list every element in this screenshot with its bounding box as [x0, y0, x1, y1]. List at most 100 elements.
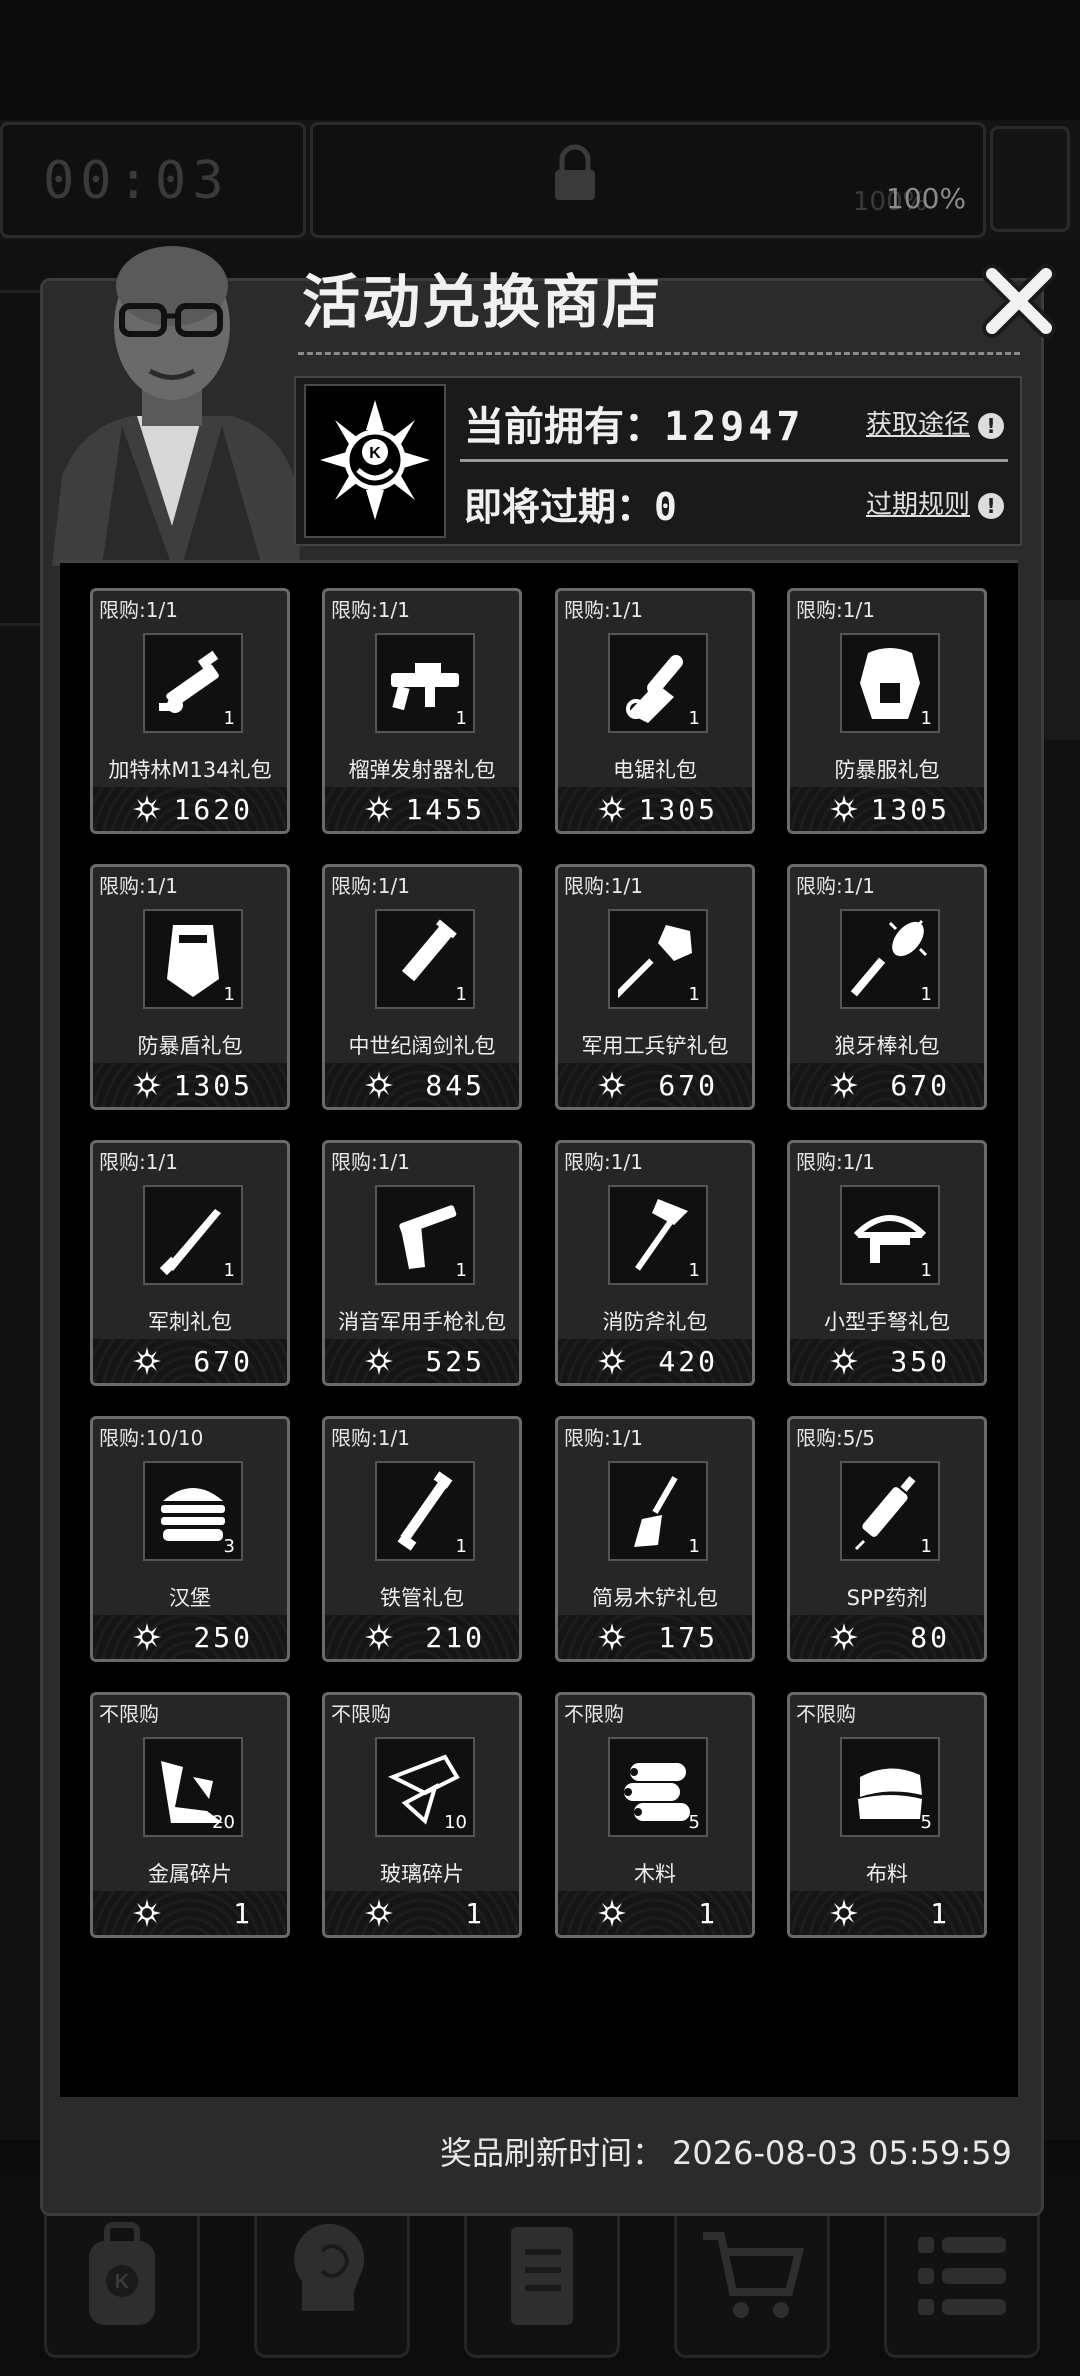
event-token-icon — [830, 1899, 858, 1927]
item-icon-frame: 1 — [608, 909, 708, 1009]
item-quantity: 1 — [688, 708, 700, 729]
item-name: 布料 — [866, 1862, 908, 1886]
event-token-icon — [830, 795, 858, 823]
shop-item-card[interactable]: 限购:10/10 3 汉堡 250 — [90, 1416, 290, 1662]
shop-item-card[interactable]: 限购:1/1 1 电锯礼包 1305 — [555, 588, 755, 834]
broadsword-icon — [401, 919, 457, 982]
background-decoration — [1040, 600, 1080, 740]
item-icon-frame: 1 — [375, 1461, 475, 1561]
close-icon[interactable] — [980, 262, 1058, 340]
price-bar: 1305 — [558, 787, 752, 831]
wooden-shovel-icon — [634, 1476, 678, 1547]
shop-item-card[interactable]: 限购:1/1 1 榴弹发射器礼包 1455 — [322, 588, 522, 834]
shop-item-card[interactable]: 限购:1/1 1 防暴服礼包 1305 — [787, 588, 987, 834]
item-price: 210 — [425, 1621, 485, 1654]
price-bar: 670 — [93, 1339, 287, 1383]
shop-item-card[interactable]: 限购:1/1 1 消防斧礼包 420 — [555, 1140, 755, 1386]
item-icon-frame: 1 — [375, 633, 475, 733]
pistol-icon — [399, 1205, 457, 1269]
shop-item-card[interactable]: 限购:1/1 1 军刺礼包 670 — [90, 1140, 290, 1386]
item-quantity: 1 — [455, 708, 467, 729]
item-name: 中世纪阔剑礼包 — [348, 1034, 496, 1058]
item-price: 1305 — [870, 793, 950, 826]
side-button[interactable] — [990, 126, 1070, 232]
item-quantity: 10 — [444, 1812, 467, 1833]
expiring-amount-row: 即将过期：0 — [464, 476, 677, 531]
item-icon-frame: 1 — [608, 1185, 708, 1285]
item-quantity: 1 — [688, 1536, 700, 1557]
title-divider — [298, 352, 1020, 355]
journal-icon — [511, 2227, 573, 2325]
item-icon-frame: 1 — [608, 633, 708, 733]
item-quantity: 1 — [920, 984, 932, 1005]
obtain-method-link[interactable]: 获取途径! — [866, 404, 1005, 441]
price-bar: 670 — [558, 1063, 752, 1107]
nav-shop-button[interactable] — [674, 2194, 830, 2358]
shop-item-card[interactable]: 限购:1/1 1 中世纪阔剑礼包 845 — [322, 864, 522, 1110]
item-quantity: 1 — [455, 1260, 467, 1281]
item-price: 670 — [193, 1345, 253, 1378]
purchase-limit: 限购:1/1 — [564, 598, 643, 622]
item-icon-frame: 5 — [840, 1737, 940, 1837]
nav-backpack-button[interactable]: K — [44, 2194, 200, 2358]
price-bar: 525 — [325, 1339, 519, 1383]
shop-item-card[interactable]: 限购:1/1 1 消音军用手枪礼包 525 — [322, 1140, 522, 1386]
event-token-icon — [133, 1623, 161, 1651]
shop-item-card[interactable]: 限购:5/5 1 SPP药剂 80 — [787, 1416, 987, 1662]
shop-item-card[interactable]: 不限购 5 木料 1 — [555, 1692, 755, 1938]
item-price: 1455 — [405, 793, 485, 826]
shop-item-card[interactable]: 限购:1/1 1 小型手弩礼包 350 — [787, 1140, 987, 1386]
refresh-time: 2026-08-03 05:59:59 — [672, 2134, 1012, 2172]
event-token-icon — [365, 1623, 393, 1651]
item-quantity: 1 — [223, 708, 235, 729]
item-quantity: 1 — [920, 1536, 932, 1557]
item-price: 525 — [425, 1345, 485, 1378]
shop-item-card[interactable]: 限购:1/1 1 铁管礼包 210 — [322, 1416, 522, 1662]
item-name: 加特林M134礼包 — [108, 758, 272, 782]
item-price: 1 — [233, 1897, 253, 1930]
item-price: 80 — [910, 1621, 950, 1654]
item-name: 防暴服礼包 — [834, 758, 940, 782]
expire-rule-link[interactable]: 过期规则! — [866, 484, 1005, 521]
price-bar: 1 — [790, 1891, 984, 1935]
top-hud: 00:03 100% — [0, 120, 1080, 240]
event-token-icon — [598, 1899, 626, 1927]
item-name: 汉堡 — [169, 1586, 211, 1610]
refresh-label: 奖品刷新时间： — [440, 2134, 665, 2172]
nav-journal-button[interactable] — [464, 2194, 620, 2358]
currency-divider — [460, 459, 1008, 462]
purchase-limit: 不限购 — [796, 1702, 856, 1726]
nav-menu-button[interactable] — [884, 2194, 1040, 2358]
shop-item-card[interactable]: 不限购 10 玻璃碎片 1 — [322, 1692, 522, 1938]
nav-skills-button[interactable] — [254, 2194, 410, 2358]
timer-text: 00:03 — [43, 151, 230, 211]
shop-item-card[interactable]: 不限购 5 布料 1 — [787, 1692, 987, 1938]
item-price: 1305 — [638, 793, 718, 826]
item-icon-frame: 20 — [143, 1737, 243, 1837]
cart-icon — [703, 2232, 805, 2318]
purchase-limit: 限购:10/10 — [99, 1426, 204, 1450]
stat-percent-right: 100% — [886, 182, 967, 215]
event-token-badge: K — [304, 384, 446, 538]
shop-item-card[interactable]: 限购:1/1 1 狼牙棒礼包 670 — [787, 864, 987, 1110]
item-quantity: 3 — [223, 1536, 235, 1557]
item-price: 670 — [658, 1069, 718, 1102]
price-bar: 175 — [558, 1615, 752, 1659]
item-price: 670 — [890, 1069, 950, 1102]
chainsaw-icon — [626, 654, 683, 723]
item-price: 175 — [658, 1621, 718, 1654]
purchase-limit: 限购:5/5 — [796, 1426, 875, 1450]
item-quantity: 1 — [455, 984, 467, 1005]
item-quantity: 5 — [920, 1812, 932, 1833]
shop-item-card[interactable]: 限购:1/1 1 简易木铲礼包 175 — [555, 1416, 755, 1662]
shop-item-card[interactable]: 不限购 20 金属碎片 1 — [90, 1692, 290, 1938]
purchase-limit: 不限购 — [99, 1702, 159, 1726]
item-price: 1 — [465, 1897, 485, 1930]
shop-item-card[interactable]: 限购:1/1 1 军用工兵铲礼包 670 — [555, 864, 755, 1110]
shop-item-card[interactable]: 限购:1/1 1 防暴盾礼包 1305 — [90, 864, 290, 1110]
price-bar: 250 — [93, 1615, 287, 1659]
shop-item-card[interactable]: 限购:1/1 1 加特林M134礼包 1620 — [90, 588, 290, 834]
purchase-limit: 限购:1/1 — [796, 1150, 875, 1174]
purchase-limit: 限购:1/1 — [99, 598, 178, 622]
riot-suit-icon — [860, 648, 920, 719]
